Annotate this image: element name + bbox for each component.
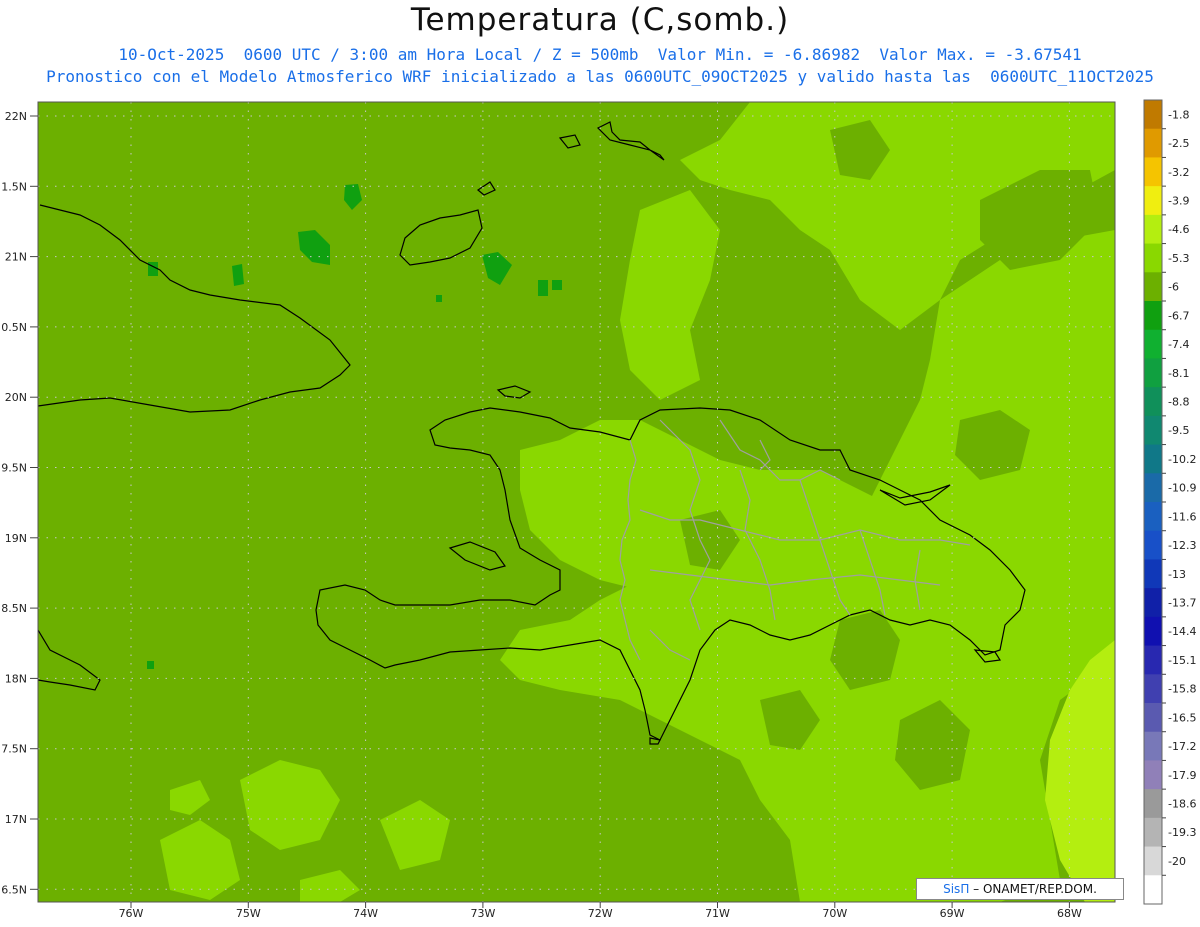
colorbar-label: -1.8 — [1168, 108, 1189, 121]
lat-label: 9.5N — [1, 462, 27, 475]
lat-label: 1.5N — [1, 180, 27, 193]
colorbar-swatch-white — [1144, 875, 1162, 904]
colorbar-swatch — [1144, 760, 1162, 790]
colorbar-swatch — [1144, 301, 1162, 331]
lon-label: 74W — [353, 907, 378, 920]
lon-label: 69W — [940, 907, 965, 920]
colorbar-swatch — [1144, 502, 1162, 532]
colorbar-swatch — [1144, 473, 1162, 503]
cold-blob-6 — [538, 280, 548, 296]
lon-label: 72W — [588, 907, 613, 920]
colorbar-swatch — [1144, 645, 1162, 675]
colorbar-swatch — [1144, 703, 1162, 733]
colorbar-swatch — [1144, 415, 1162, 446]
colorbar-swatch — [1144, 157, 1162, 187]
colorbar-swatch — [1144, 100, 1162, 130]
colorbar-label: -19.3 — [1168, 826, 1196, 839]
lat-label: 22N — [5, 110, 27, 123]
lat-label: 6.5N — [1, 883, 27, 896]
cold-blob-9 — [436, 295, 442, 302]
lat-label: 21N — [5, 251, 27, 264]
colorbar-label: -4.6 — [1168, 223, 1189, 236]
colorbar-label: -14.4 — [1168, 625, 1196, 638]
lat-label: 17N — [5, 813, 27, 826]
colorbar-label: -3.2 — [1168, 166, 1189, 179]
colorbar-label: -6.7 — [1168, 309, 1189, 322]
lon-label: 68W — [1057, 907, 1082, 920]
lat-label: 20N — [5, 391, 27, 404]
credit-box: SisΠ – ONAMET/REP.DOM. — [916, 878, 1124, 900]
colorbar-label: -7.4 — [1168, 338, 1189, 351]
cold-blob-7 — [552, 280, 562, 290]
colorbar-swatch — [1144, 731, 1162, 761]
colorbar-swatch — [1144, 674, 1162, 704]
colorbar-label: -10.9 — [1168, 482, 1196, 495]
colorbar-swatch — [1144, 789, 1162, 819]
lat-label: 8.5N — [1, 602, 27, 615]
lat-label: 0.5N — [1, 321, 27, 334]
colorbar-label: -18.6 — [1168, 798, 1196, 811]
colorbar-swatch — [1144, 272, 1162, 302]
colorbar-swatch — [1144, 846, 1162, 876]
colorbar-swatch — [1144, 358, 1162, 388]
colorbar-label: -11.6 — [1168, 510, 1196, 523]
colorbar-label: -15.8 — [1168, 683, 1196, 696]
colorbar-swatch — [1144, 616, 1162, 647]
colorbar-swatch — [1144, 329, 1162, 359]
colorbar-label: -6 — [1168, 281, 1179, 294]
colorbar-label: -17.9 — [1168, 769, 1196, 782]
lat-label: 19N — [5, 532, 27, 545]
colorbar-label: -8.1 — [1168, 367, 1189, 380]
colorbar-swatch — [1144, 817, 1162, 848]
cold-blob-5 — [232, 264, 244, 286]
colorbar-swatch — [1144, 243, 1162, 273]
colorbar-label: -20 — [1168, 855, 1186, 868]
lat-label: 18N — [5, 672, 27, 685]
cold-blob-8 — [147, 661, 154, 669]
lon-label: 75W — [236, 907, 261, 920]
colorbar-label: -15.1 — [1168, 654, 1196, 667]
colorbar-label: -2.5 — [1168, 137, 1189, 150]
latitude-labels: 22N 1.5N 21N 0.5N 20N 9.5N 19N 8.5N 18N 7.5N 17N 6.… — [1, 110, 38, 896]
temperature-field — [37, 102, 1115, 902]
colorbar-label: -17.2 — [1168, 740, 1196, 753]
colorbar-swatch — [1144, 530, 1162, 560]
colorbar-label: -8.8 — [1168, 396, 1189, 409]
colorbar-swatch — [1144, 387, 1162, 417]
lat-label: 7.5N — [1, 743, 27, 756]
colorbar-label: -13 — [1168, 568, 1186, 581]
colorbar-label: -3.9 — [1168, 195, 1189, 208]
colorbar-label: -9.5 — [1168, 424, 1189, 437]
lon-label: 73W — [470, 907, 495, 920]
lon-label: 70W — [822, 907, 847, 920]
colorbar-label: -5.3 — [1168, 252, 1189, 265]
lon-label: 71W — [705, 907, 730, 920]
temperature-map: 22N 1.5N 21N 0.5N 20N 9.5N 19N 8.5N 18N 7.5N 17N 6.… — [1, 99, 1196, 920]
colorbar-label: -16.5 — [1168, 711, 1196, 724]
colorbar-swatch — [1144, 128, 1162, 158]
credit-sis: SisΠ — [943, 882, 970, 896]
colorbar-label: -10.2 — [1168, 453, 1196, 466]
colorbar-swatch — [1144, 444, 1162, 474]
lon-label: 76W — [119, 907, 144, 920]
colorbar-label: -13.7 — [1168, 597, 1196, 610]
colorbar: -1.8 -2.5 -3.2 -3.9 -4.6 -5.3 -6 -6.7 -7.4 -8.1 -8… — [1143, 99, 1196, 905]
colorbar-swatch — [1144, 186, 1162, 216]
longitude-labels: 76W 75W 74W 73W 72W 71W 70W 69W 68W — [119, 902, 1082, 920]
colorbar-swatch — [1144, 588, 1162, 618]
colorbar-swatch — [1144, 214, 1162, 245]
colorbar-swatch — [1144, 559, 1162, 589]
colorbar-label: -12.3 — [1168, 539, 1196, 552]
credit-onamet: – ONAMET/REP.DOM. — [973, 882, 1097, 896]
